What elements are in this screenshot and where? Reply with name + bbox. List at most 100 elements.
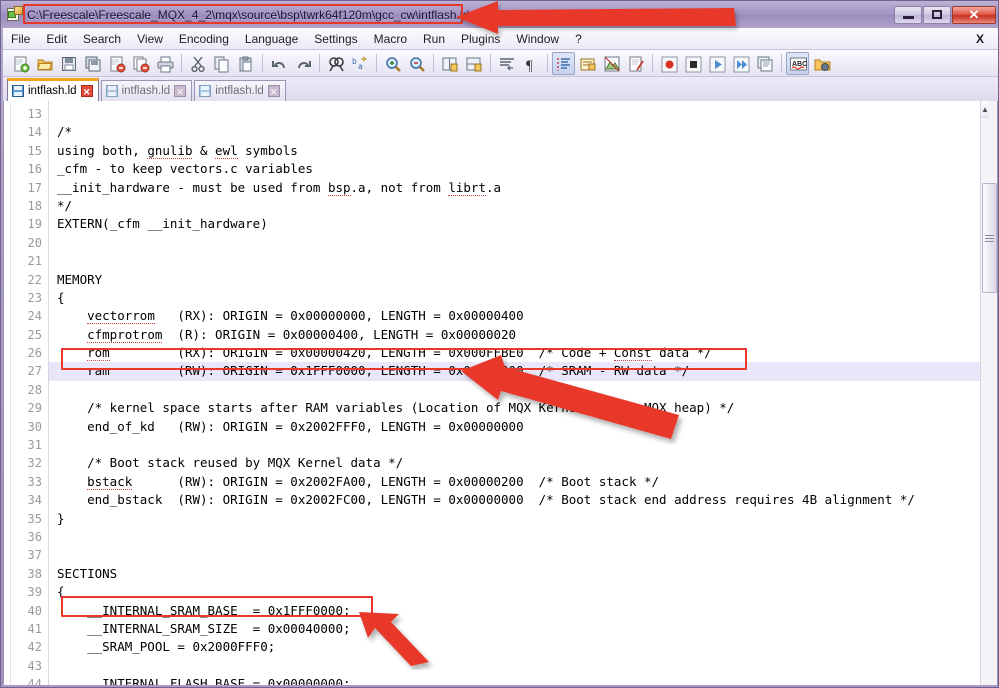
code-text-area[interactable]: /* using both, gnulib & ewl symbols _cfm -…: [49, 101, 997, 686]
tab-intflash-2[interactable]: intflash.ld ✕: [100, 80, 193, 101]
menu-item-macro[interactable]: Macro: [366, 30, 415, 48]
code-line[interactable]: bstack (RW): ORIGIN = 0x2002FA00, LENGTH…: [49, 473, 997, 491]
line-number: 21: [27, 254, 42, 269]
spell-check-icon[interactable]: ABC: [786, 51, 809, 75]
scrollbar-thumb[interactable]: [982, 183, 997, 293]
function-list-icon[interactable]: [624, 52, 647, 75]
code-line[interactable]: /*: [49, 123, 997, 141]
tab-intflash-1[interactable]: intflash.ld ✕: [7, 78, 99, 101]
new-file-icon[interactable]: [9, 52, 32, 75]
paste-icon[interactable]: [234, 52, 257, 75]
code-line[interactable]: [49, 436, 997, 454]
menu-item-search[interactable]: Search: [75, 30, 129, 48]
code-line[interactable]: __SRAM_POOL = 0x2000FFF0;: [49, 638, 997, 656]
redo-icon[interactable]: [291, 52, 314, 75]
menu-item-plugins[interactable]: Plugins: [453, 30, 508, 48]
window-bottom-strip: [1, 685, 998, 687]
code-line[interactable]: [49, 546, 997, 564]
save-macro-icon[interactable]: [753, 52, 776, 75]
code-line[interactable]: */: [49, 197, 997, 215]
copy-icon[interactable]: [210, 52, 233, 75]
record-macro-icon[interactable]: [657, 52, 680, 75]
bookmark-margin[interactable]: [4, 101, 11, 686]
toolbar-separator: [781, 54, 782, 72]
show-doc-map-icon[interactable]: [600, 52, 623, 75]
replace-icon[interactable]: ba: [348, 52, 371, 75]
menu-item-help[interactable]: ?: [567, 30, 590, 48]
zoom-out-icon[interactable]: [405, 52, 428, 75]
run-program-icon[interactable]: [810, 52, 833, 75]
code-line[interactable]: [49, 381, 997, 399]
code-line[interactable]: _cfm - to keep vectors.c variables: [49, 160, 997, 178]
code-line[interactable]: SECTIONS: [49, 565, 997, 583]
menu-item-encoding[interactable]: Encoding: [171, 30, 237, 48]
close-document-button[interactable]: X: [968, 30, 998, 48]
menu-item-file[interactable]: File: [3, 30, 38, 48]
code-line[interactable]: cfmprotrom (R): ORIGIN = 0x00000400, LEN…: [49, 326, 997, 344]
run-macro-multiple-icon[interactable]: [729, 52, 752, 75]
menu-item-run[interactable]: Run: [415, 30, 453, 48]
menu-item-settings[interactable]: Settings: [306, 30, 365, 48]
code-line[interactable]: end_bstack (RW): ORIGIN = 0x2002FC00, LE…: [49, 491, 997, 509]
code-line[interactable]: {: [49, 289, 997, 307]
code-line[interactable]: /* kernel space starts after RAM variabl…: [49, 399, 997, 417]
save-all-icon[interactable]: [81, 52, 104, 75]
code-line[interactable]: end_of_kd (RW): ORIGIN = 0x2002FFF0, LEN…: [49, 418, 997, 436]
code-line[interactable]: [49, 234, 997, 252]
open-file-icon[interactable]: [33, 52, 56, 75]
print-icon[interactable]: [153, 52, 176, 75]
menu-item-language[interactable]: Language: [237, 30, 306, 48]
tab-close-icon[interactable]: ✕: [174, 85, 187, 97]
close-file-icon[interactable]: [105, 52, 128, 75]
code-line[interactable]: [49, 252, 997, 270]
code-line[interactable]: __INTERNAL_SRAM_BASE = 0x1FFF0000;: [49, 602, 997, 620]
undo-icon[interactable]: [267, 52, 290, 75]
cut-icon[interactable]: [186, 52, 209, 75]
code-line[interactable]: __INTERNAL_SRAM_SIZE = 0x00040000;: [49, 620, 997, 638]
save-icon[interactable]: [57, 52, 80, 75]
code-line[interactable]: __init_hardware - must be used from bsp.…: [49, 179, 997, 197]
notepadpp-window: C:\Freescale\Freescale_MQX_4_2\mqx\sourc…: [0, 0, 999, 688]
code-line[interactable]: [49, 105, 997, 123]
code-line[interactable]: [49, 657, 997, 675]
word-wrap-icon[interactable]: [495, 52, 518, 75]
close-all-icon[interactable]: [129, 52, 152, 75]
code-line[interactable]: EXTERN(_cfm __init_hardware): [49, 215, 997, 233]
line-number: 41: [27, 621, 42, 636]
code-line[interactable]: MEMORY: [49, 271, 997, 289]
close-button[interactable]: ✕: [952, 5, 996, 24]
user-define-dialog-icon[interactable]: [576, 52, 599, 75]
code-line[interactable]: }: [49, 510, 997, 528]
code-line[interactable]: ram (RW): ORIGIN = 0x1FFF0000, LENGTH = …: [49, 362, 997, 381]
sync-vertical-icon[interactable]: [438, 52, 461, 75]
vertical-scrollbar[interactable]: ▲: [980, 101, 997, 685]
line-number: 42: [27, 640, 42, 655]
stop-recording-icon[interactable]: [681, 52, 704, 75]
line-number: 43: [27, 658, 42, 673]
play-macro-icon[interactable]: [705, 52, 728, 75]
menu-item-view[interactable]: View: [129, 30, 171, 48]
line-number: 20: [27, 235, 42, 250]
code-line[interactable]: [49, 528, 997, 546]
tab-intflash-3[interactable]: intflash.ld ✕: [194, 80, 286, 101]
menu-item-window[interactable]: Window: [508, 30, 567, 48]
scroll-up-icon[interactable]: ▲: [981, 101, 989, 118]
minimize-button[interactable]: [894, 5, 922, 24]
code-line[interactable]: vectorrom (RX): ORIGIN = 0x00000000, LEN…: [49, 307, 997, 325]
show-all-chars-icon[interactable]: ¶: [519, 52, 542, 75]
code-line[interactable]: {: [49, 583, 997, 601]
menu-item-edit[interactable]: Edit: [38, 30, 75, 48]
tab-close-icon[interactable]: ✕: [80, 85, 93, 97]
maximize-button[interactable]: [923, 5, 951, 24]
line-number: 14: [27, 125, 42, 140]
sync-horizontal-icon[interactable]: [462, 52, 485, 75]
code-line[interactable]: using both, gnulib & ewl symbols: [49, 142, 997, 160]
zoom-in-icon[interactable]: [381, 52, 404, 75]
line-number: 23: [27, 290, 42, 305]
line-number: 17: [27, 180, 42, 195]
code-line[interactable]: rom (RX): ORIGIN = 0x00000420, LENGTH = …: [49, 344, 997, 362]
code-line[interactable]: /* Boot stack reused by MQX Kernel data …: [49, 454, 997, 472]
find-icon[interactable]: [324, 52, 347, 75]
tab-close-icon[interactable]: ✕: [267, 85, 280, 97]
indent-guide-icon[interactable]: [552, 51, 575, 75]
